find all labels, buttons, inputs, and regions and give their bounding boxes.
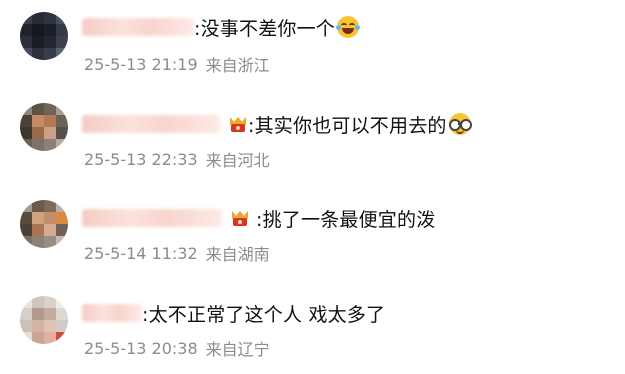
comment-list: :没事不差你一个 25-5-13 21:19 来自浙江:其实你也可以不用去的 … — [0, 0, 625, 374]
comment-location: 来自浙江 — [205, 56, 270, 75]
glasses-emoji — [448, 113, 472, 135]
username-redacted[interactable] — [82, 18, 194, 36]
comment-item: :太不正常了这个人 戏太多了 25-5-13 20:38 来自辽宁 — [0, 286, 625, 366]
username-redacted[interactable] — [82, 209, 222, 227]
username-redacted[interactable] — [82, 115, 220, 133]
laughing-tears-emoji — [336, 16, 361, 38]
comment-location: 来自湖南 — [205, 245, 270, 264]
avatar[interactable] — [20, 200, 68, 248]
avatar[interactable] — [20, 103, 68, 151]
username-redacted[interactable] — [82, 304, 142, 322]
comment-time: 25-5-13 20:38 — [84, 338, 198, 358]
comment-time: 25-5-14 11:32 — [84, 243, 198, 263]
comment-text: :其实你也可以不用去的 — [248, 114, 447, 137]
crown-badge-icon — [230, 208, 250, 228]
avatar[interactable] — [20, 296, 68, 344]
comment-location: 来自辽宁 — [205, 340, 270, 359]
comment-text: :太不正常了这个人 戏太多了 — [142, 303, 386, 326]
comment-text: :没事不差你一个 — [194, 17, 336, 40]
avatar[interactable] — [20, 12, 68, 60]
comment-text: :挑了一条最便宜的泼 — [256, 208, 436, 231]
comment-location: 来自河北 — [205, 151, 270, 170]
crown-badge-icon — [228, 114, 248, 134]
comment-item: :没事不差你一个 25-5-13 21:19 来自浙江 — [0, 0, 625, 80]
comment-item: :挑了一条最便宜的泼 25-5-14 11:32 来自湖南 — [0, 190, 625, 270]
comment-item: :其实你也可以不用去的 25-5-13 22:33 来自河北 — [0, 95, 625, 175]
comment-time: 25-5-13 22:33 — [84, 149, 198, 169]
comment-time: 25-5-13 21:19 — [84, 54, 198, 74]
